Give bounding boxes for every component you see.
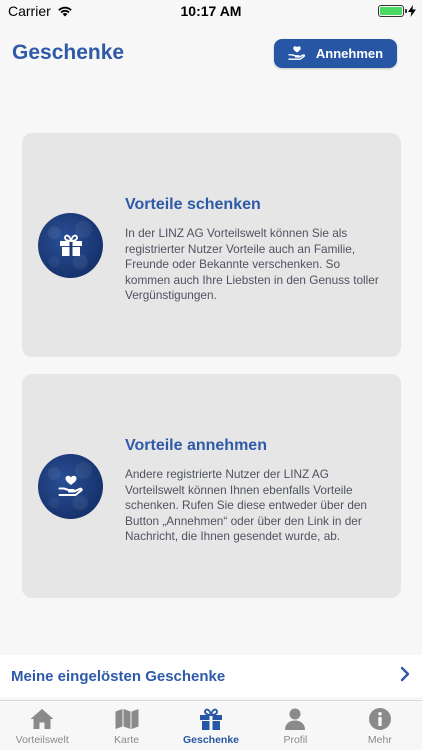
card-text: Vorteile annehmen Andere registrierte Nu… [125, 437, 385, 545]
card-title: Vorteile schenken [125, 196, 261, 213]
accept-button-label: Annehmen [315, 45, 384, 61]
tab-mehr[interactable]: Mehr [338, 701, 422, 750]
card-description: In der LINZ AG Vorteilswelt können Sie a… [125, 226, 379, 303]
status-left: Carrier [8, 3, 73, 19]
tab-vorteilswelt[interactable]: Vorteilswelt [0, 701, 84, 750]
heart-hand-icon [58, 475, 83, 496]
tab-karte[interactable]: Karte [84, 701, 168, 750]
tab-label: Mehr [367, 734, 392, 746]
tab-label: Geschenke [182, 734, 240, 746]
heart-hand-icon-badge [38, 453, 103, 519]
gift-benefits-card: Vorteile schenken In der LINZ AG Vorteil… [22, 133, 401, 357]
chevron-right-icon [400, 666, 410, 687]
tab-label: Profil [283, 734, 308, 746]
wifi-icon [57, 6, 72, 17]
charging-bolt-icon [408, 5, 416, 17]
tab-bar: Vorteilswelt Karte Geschenke Profil Mehr [0, 700, 422, 750]
person-icon [285, 708, 306, 730]
status-bar: Carrier 10:17 AM [0, 0, 422, 22]
carrier-label: Carrier [8, 3, 51, 19]
home-icon [30, 709, 54, 729]
redeemed-gifts-label: Meine eingelösten Geschenke [11, 667, 226, 685]
card-description: Andere registrierte Nutzer der LINZ AG V… [125, 467, 367, 544]
tab-label: Vorteilswelt [15, 734, 69, 746]
gift-icon [59, 234, 82, 256]
info-icon [368, 708, 391, 730]
battery-fill [380, 7, 402, 15]
status-right [378, 5, 416, 17]
tab-profil[interactable]: Profil [253, 701, 337, 750]
map-icon [115, 709, 139, 729]
gift-icon [200, 708, 223, 730]
header: Geschenke Annehmen [12, 36, 397, 70]
page-title: Geschenke [12, 41, 125, 64]
tab-label: Karte [114, 734, 140, 746]
accept-benefits-card: Vorteile annehmen Andere registrierte Nu… [22, 374, 401, 598]
card-title: Vorteile annehmen [125, 437, 267, 454]
heart-hand-icon [288, 46, 305, 60]
battery-icon [378, 5, 407, 17]
accept-button[interactable]: Annehmen [274, 38, 397, 68]
tab-geschenke[interactable]: Geschenke [169, 701, 253, 750]
redeemed-gifts-link[interactable]: Meine eingelösten Geschenke [0, 655, 422, 697]
gift-icon-badge [38, 212, 103, 278]
card-text: Vorteile schenken In der LINZ AG Vorteil… [125, 196, 385, 304]
